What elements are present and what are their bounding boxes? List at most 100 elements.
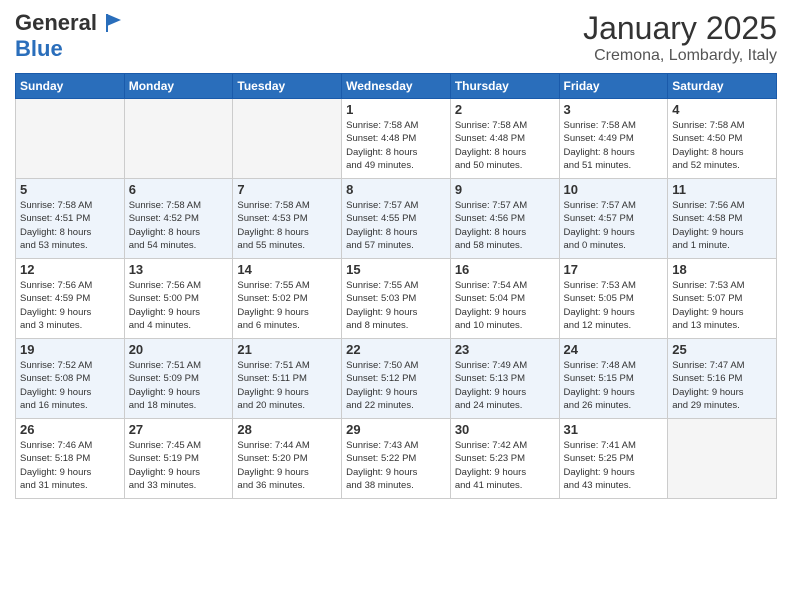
day-info: Sunrise: 7:58 AM Sunset: 4:48 PM Dayligh… <box>346 119 446 172</box>
day-number: 17 <box>564 262 664 277</box>
day-number: 11 <box>672 182 772 197</box>
day-info: Sunrise: 7:53 AM Sunset: 5:07 PM Dayligh… <box>672 279 772 332</box>
calendar-subtitle: Cremona, Lombardy, Italy <box>583 47 777 65</box>
calendar-cell: 28 Sunrise: 7:44 AM Sunset: 5:20 PM Dayli… <box>233 419 342 499</box>
day-number: 12 <box>20 262 120 277</box>
day-number: 15 <box>346 262 446 277</box>
calendar-table: SundayMondayTuesdayWednesdayThursdayFrid… <box>15 73 777 499</box>
calendar-cell <box>16 99 125 179</box>
day-info: Sunrise: 7:57 AM Sunset: 4:56 PM Dayligh… <box>455 199 555 252</box>
day-number: 1 <box>346 102 446 117</box>
day-info: Sunrise: 7:51 AM Sunset: 5:11 PM Dayligh… <box>237 359 337 412</box>
day-info: Sunrise: 7:58 AM Sunset: 4:51 PM Dayligh… <box>20 199 120 252</box>
day-info: Sunrise: 7:58 AM Sunset: 4:52 PM Dayligh… <box>129 199 229 252</box>
day-number: 21 <box>237 342 337 357</box>
day-number: 23 <box>455 342 555 357</box>
weekday-header-row: SundayMondayTuesdayWednesdayThursdayFrid… <box>16 74 777 99</box>
day-number: 6 <box>129 182 229 197</box>
day-number: 25 <box>672 342 772 357</box>
calendar-cell: 5 Sunrise: 7:58 AM Sunset: 4:51 PM Daylig… <box>16 179 125 259</box>
weekday-header-thursday: Thursday <box>450 74 559 99</box>
day-number: 4 <box>672 102 772 117</box>
day-number: 10 <box>564 182 664 197</box>
weekday-header-wednesday: Wednesday <box>342 74 451 99</box>
calendar-cell <box>124 99 233 179</box>
calendar-cell: 3 Sunrise: 7:58 AM Sunset: 4:49 PM Daylig… <box>559 99 668 179</box>
day-number: 3 <box>564 102 664 117</box>
day-info: Sunrise: 7:42 AM Sunset: 5:23 PM Dayligh… <box>455 439 555 492</box>
calendar-cell: 9 Sunrise: 7:57 AM Sunset: 4:56 PM Daylig… <box>450 179 559 259</box>
logo-flag-icon <box>101 12 123 34</box>
calendar-week-row: 26 Sunrise: 7:46 AM Sunset: 5:18 PM Dayli… <box>16 419 777 499</box>
day-number: 20 <box>129 342 229 357</box>
calendar-week-row: 12Sunrise: 7:56 AM Sunset: 4:59 PM Dayli… <box>16 259 777 339</box>
day-number: 5 <box>20 182 120 197</box>
day-info: Sunrise: 7:52 AM Sunset: 5:08 PM Dayligh… <box>20 359 120 412</box>
calendar-cell: 21 Sunrise: 7:51 AM Sunset: 5:11 PM Dayli… <box>233 339 342 419</box>
calendar-cell <box>233 99 342 179</box>
day-number: 27 <box>129 422 229 437</box>
day-info: Sunrise: 7:58 AM Sunset: 4:48 PM Dayligh… <box>455 119 555 172</box>
day-number: 18 <box>672 262 772 277</box>
day-number: 13 <box>129 262 229 277</box>
day-info: Sunrise: 7:41 AM Sunset: 5:25 PM Dayligh… <box>564 439 664 492</box>
day-number: 30 <box>455 422 555 437</box>
weekday-header-saturday: Saturday <box>668 74 777 99</box>
calendar-cell: 23 Sunrise: 7:49 AM Sunset: 5:13 PM Dayli… <box>450 339 559 419</box>
day-info: Sunrise: 7:55 AM Sunset: 5:03 PM Dayligh… <box>346 279 446 332</box>
calendar-cell: 13Sunrise: 7:56 AM Sunset: 5:00 PM Dayli… <box>124 259 233 339</box>
calendar-week-row: 1 Sunrise: 7:58 AM Sunset: 4:48 PM Daylig… <box>16 99 777 179</box>
calendar-cell: 15 Sunrise: 7:55 AM Sunset: 5:03 PM Dayli… <box>342 259 451 339</box>
calendar-cell: 17 Sunrise: 7:53 AM Sunset: 5:05 PM Dayli… <box>559 259 668 339</box>
calendar-cell: 11Sunrise: 7:56 AM Sunset: 4:58 PM Dayli… <box>668 179 777 259</box>
calendar-cell: 18 Sunrise: 7:53 AM Sunset: 5:07 PM Dayli… <box>668 259 777 339</box>
calendar-cell: 25 Sunrise: 7:47 AM Sunset: 5:16 PM Dayli… <box>668 339 777 419</box>
day-number: 9 <box>455 182 555 197</box>
day-info: Sunrise: 7:58 AM Sunset: 4:50 PM Dayligh… <box>672 119 772 172</box>
day-number: 28 <box>237 422 337 437</box>
calendar-cell: 20 Sunrise: 7:51 AM Sunset: 5:09 PM Dayli… <box>124 339 233 419</box>
weekday-header-monday: Monday <box>124 74 233 99</box>
day-info: Sunrise: 7:51 AM Sunset: 5:09 PM Dayligh… <box>129 359 229 412</box>
calendar-week-row: 5 Sunrise: 7:58 AM Sunset: 4:51 PM Daylig… <box>16 179 777 259</box>
day-number: 14 <box>237 262 337 277</box>
day-info: Sunrise: 7:58 AM Sunset: 4:53 PM Dayligh… <box>237 199 337 252</box>
day-info: Sunrise: 7:44 AM Sunset: 5:20 PM Dayligh… <box>237 439 337 492</box>
day-info: Sunrise: 7:50 AM Sunset: 5:12 PM Dayligh… <box>346 359 446 412</box>
calendar-cell: 31Sunrise: 7:41 AM Sunset: 5:25 PM Dayli… <box>559 419 668 499</box>
calendar-cell: 29Sunrise: 7:43 AM Sunset: 5:22 PM Dayli… <box>342 419 451 499</box>
day-number: 19 <box>20 342 120 357</box>
logo-blue-text: Blue <box>15 36 63 61</box>
calendar-cell: 27Sunrise: 7:45 AM Sunset: 5:19 PM Dayli… <box>124 419 233 499</box>
day-info: Sunrise: 7:43 AM Sunset: 5:22 PM Dayligh… <box>346 439 446 492</box>
logo: General Blue <box>15 10 123 62</box>
day-info: Sunrise: 7:49 AM Sunset: 5:13 PM Dayligh… <box>455 359 555 412</box>
day-number: 26 <box>20 422 120 437</box>
day-info: Sunrise: 7:46 AM Sunset: 5:18 PM Dayligh… <box>20 439 120 492</box>
page-header: General Blue January 2025 Cremona, Lomba… <box>15 10 777 65</box>
day-info: Sunrise: 7:47 AM Sunset: 5:16 PM Dayligh… <box>672 359 772 412</box>
calendar-cell: 14 Sunrise: 7:55 AM Sunset: 5:02 PM Dayli… <box>233 259 342 339</box>
calendar-cell: 1 Sunrise: 7:58 AM Sunset: 4:48 PM Daylig… <box>342 99 451 179</box>
title-block: January 2025 Cremona, Lombardy, Italy <box>583 10 777 65</box>
calendar-week-row: 19 Sunrise: 7:52 AM Sunset: 5:08 PM Dayli… <box>16 339 777 419</box>
calendar-cell: 26 Sunrise: 7:46 AM Sunset: 5:18 PM Dayli… <box>16 419 125 499</box>
day-info: Sunrise: 7:58 AM Sunset: 4:49 PM Dayligh… <box>564 119 664 172</box>
day-number: 2 <box>455 102 555 117</box>
day-number: 22 <box>346 342 446 357</box>
calendar-cell: 30 Sunrise: 7:42 AM Sunset: 5:23 PM Dayli… <box>450 419 559 499</box>
day-number: 8 <box>346 182 446 197</box>
calendar-cell: 12Sunrise: 7:56 AM Sunset: 4:59 PM Dayli… <box>16 259 125 339</box>
day-info: Sunrise: 7:48 AM Sunset: 5:15 PM Dayligh… <box>564 359 664 412</box>
day-info: Sunrise: 7:57 AM Sunset: 4:57 PM Dayligh… <box>564 199 664 252</box>
calendar-title: January 2025 <box>583 10 777 47</box>
weekday-header-tuesday: Tuesday <box>233 74 342 99</box>
calendar-cell: 2 Sunrise: 7:58 AM Sunset: 4:48 PM Daylig… <box>450 99 559 179</box>
day-info: Sunrise: 7:55 AM Sunset: 5:02 PM Dayligh… <box>237 279 337 332</box>
day-info: Sunrise: 7:53 AM Sunset: 5:05 PM Dayligh… <box>564 279 664 332</box>
calendar-cell: 19 Sunrise: 7:52 AM Sunset: 5:08 PM Dayli… <box>16 339 125 419</box>
day-number: 16 <box>455 262 555 277</box>
calendar-cell: 10 Sunrise: 7:57 AM Sunset: 4:57 PM Dayli… <box>559 179 668 259</box>
day-info: Sunrise: 7:54 AM Sunset: 5:04 PM Dayligh… <box>455 279 555 332</box>
weekday-header-sunday: Sunday <box>16 74 125 99</box>
